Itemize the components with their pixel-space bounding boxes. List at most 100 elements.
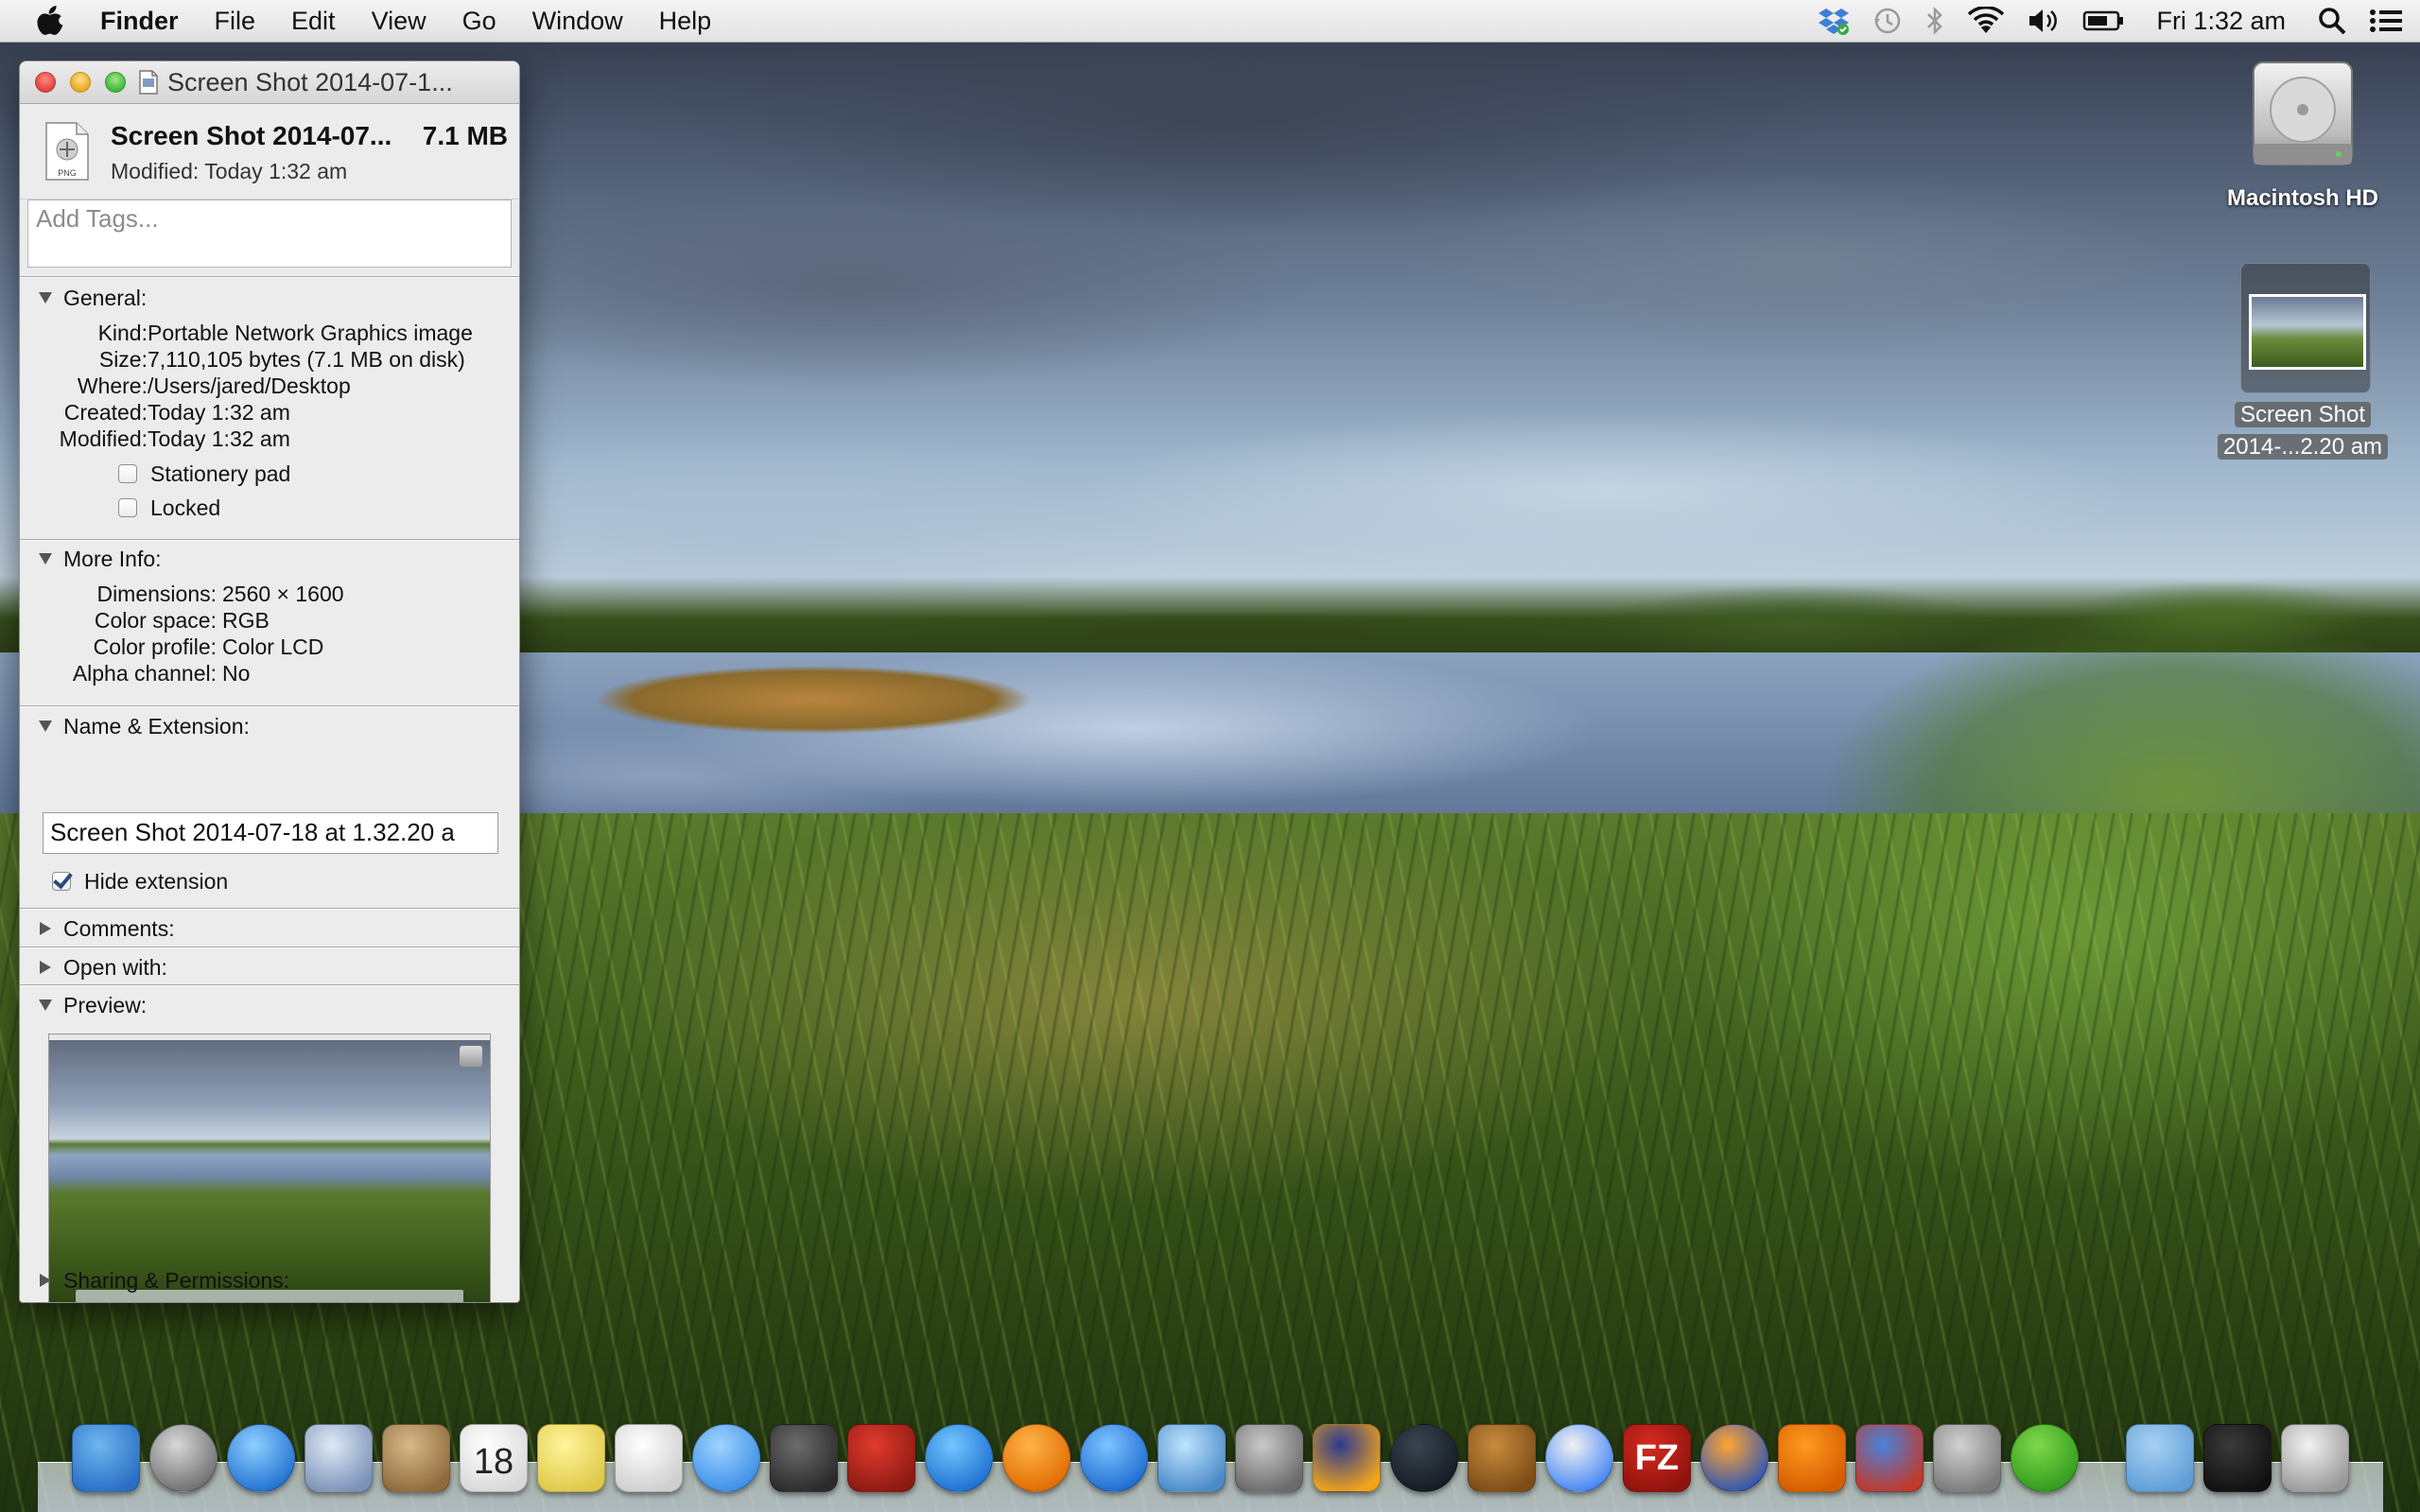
document-proxy-icon[interactable]	[139, 70, 158, 95]
info-value: 2560 × 1600	[222, 582, 344, 606]
disclosure-open-icon[interactable]	[35, 716, 56, 737]
close-button[interactable]	[35, 72, 56, 93]
vlc-icon[interactable]	[1778, 1424, 1846, 1492]
locked-label: Locked	[150, 495, 221, 520]
launchpad-icon[interactable]	[149, 1424, 218, 1492]
contacts-icon[interactable]	[382, 1424, 450, 1492]
menu-extras: Fri 1:32 am	[1818, 0, 2403, 42]
desktop-icon-macintosh-hd[interactable]: Macintosh HD	[2203, 57, 2402, 217]
disclosure-open-icon[interactable]	[35, 287, 56, 308]
apple-menu-icon[interactable]	[34, 4, 68, 38]
section-divider	[20, 908, 519, 910]
archive-utility-icon[interactable]	[1468, 1424, 1536, 1492]
bluetooth-icon[interactable]	[1925, 0, 1944, 42]
menu-help[interactable]: Help	[659, 7, 712, 36]
section-more-info[interactable]: More Info:	[20, 541, 519, 577]
menu-file[interactable]: File	[215, 7, 256, 36]
zoom-button[interactable]	[105, 72, 126, 93]
folder-icon[interactable]	[2126, 1424, 2194, 1492]
info-row-created: Created: Today 1:32 am	[20, 400, 519, 426]
stationery-pad-label: Stationery pad	[150, 461, 291, 486]
messages-icon[interactable]	[692, 1424, 760, 1492]
calendar-icon[interactable]: 18	[460, 1424, 528, 1492]
section-sharing-permissions[interactable]: Sharing & Permissions:	[20, 1262, 519, 1298]
safari-icon[interactable]	[227, 1424, 295, 1492]
desktop-icon-screenshot[interactable]: Screen Shot 2014-...2.20 am	[2194, 263, 2411, 461]
info-row-size: Size: 7,110,105 bytes (7.1 MB on disk)	[20, 347, 519, 374]
volume-icon[interactable]	[2028, 0, 2060, 42]
notes-icon[interactable]	[537, 1424, 605, 1492]
disclosure-open-icon[interactable]	[35, 548, 56, 569]
disclosure-closed-icon[interactable]	[35, 1270, 56, 1291]
section-more-info-label: More Info:	[63, 546, 162, 571]
info-label: Size:	[98, 347, 148, 372]
itunes-icon[interactable]	[925, 1424, 993, 1492]
hide-extension-checkbox[interactable]: Hide extension	[52, 867, 228, 895]
file-summary: PNG Screen Shot 2014-07... 7.1 MB Modifi…	[20, 104, 519, 200]
finder-icon[interactable]	[72, 1424, 140, 1492]
section-preview[interactable]: Preview:	[20, 987, 519, 1023]
ibooks-icon[interactable]	[1002, 1424, 1071, 1492]
menu-clock[interactable]: Fri 1:32 am	[2156, 7, 2286, 36]
time-machine-icon[interactable]	[1872, 0, 1903, 42]
spotlight-icon[interactable]	[2318, 0, 2346, 42]
notification-center-icon[interactable]	[2369, 0, 2403, 42]
xcode-tools-icon[interactable]	[1933, 1424, 2001, 1492]
mail-icon[interactable]	[305, 1424, 373, 1492]
app-store-icon[interactable]	[1080, 1424, 1148, 1492]
dropbox-icon[interactable]	[1818, 0, 1850, 42]
minimize-button[interactable]	[70, 72, 91, 93]
photo-booth-icon[interactable]	[847, 1424, 915, 1492]
menu-go[interactable]: Go	[462, 7, 496, 36]
info-value: Portable Network Graphics image	[148, 321, 473, 345]
info-value: /Users/jared/Desktop	[148, 374, 351, 398]
window-titlebar[interactable]: Screen Shot 2014-07-1...	[20, 61, 519, 104]
disclosure-closed-icon[interactable]	[35, 957, 56, 978]
checkbox-checked[interactable]	[52, 872, 71, 891]
filezilla-icon[interactable]: FZ	[1623, 1424, 1691, 1492]
teamviewer-icon[interactable]	[1855, 1424, 1924, 1492]
audacity-icon[interactable]	[1313, 1424, 1381, 1492]
info-label: Color profile:	[93, 634, 217, 659]
info-value: Today 1:32 am	[148, 426, 290, 451]
wifi-icon[interactable]	[1967, 0, 2005, 42]
disclosure-closed-icon[interactable]	[35, 918, 56, 939]
section-open-with[interactable]: Open with:	[20, 949, 519, 985]
get-info-window: Screen Shot 2014-07-1... PNG Screen Shot…	[19, 61, 520, 1303]
battery-icon[interactable]	[2082, 0, 2124, 42]
file-name-field[interactable]: Screen Shot 2014-07-18 at 1.32.20 a	[43, 812, 498, 854]
menu-finder[interactable]: Finder	[100, 7, 179, 36]
info-label: Color space:	[94, 608, 217, 633]
section-comments[interactable]: Comments:	[20, 911, 519, 947]
info-label: Kind:	[97, 321, 148, 345]
file-name: Screen Shot 2014-07...	[111, 121, 392, 150]
disclosure-open-icon[interactable]	[35, 995, 56, 1016]
info-row-kind: Kind: Portable Network Graphics image	[20, 321, 519, 347]
menu-window[interactable]: Window	[532, 7, 623, 36]
firefox-icon[interactable]	[1700, 1424, 1768, 1492]
stationery-pad-checkbox[interactable]: Stationery pad	[118, 460, 290, 488]
section-comments-label: Comments:	[63, 915, 175, 941]
section-general-label: General:	[63, 285, 148, 310]
facetime-icon[interactable]	[770, 1424, 838, 1492]
tags-field[interactable]: Add Tags...	[27, 200, 512, 268]
locked-checkbox[interactable]: Locked	[118, 494, 220, 522]
istat-icon[interactable]	[1390, 1424, 1458, 1492]
window-title: Screen Shot 2014-07-1...	[167, 67, 453, 96]
chrome-icon[interactable]	[1545, 1424, 1613, 1492]
iphoto-icon[interactable]	[1158, 1424, 1226, 1492]
section-name-extension[interactable]: Name & Extension:	[20, 708, 519, 744]
checkbox[interactable]	[118, 464, 137, 483]
utorrent-icon[interactable]	[2011, 1424, 2079, 1492]
screenshot-label: Screen Shot 2014-...2.20 am	[2194, 399, 2411, 463]
info-row-color-profile: Color profile: Color LCD	[20, 634, 519, 661]
section-general[interactable]: General:	[20, 280, 519, 316]
music-folder-icon[interactable]	[2203, 1424, 2272, 1492]
reminders-icon[interactable]	[615, 1424, 683, 1492]
trash-icon[interactable]	[2281, 1424, 2349, 1492]
system-preferences-icon[interactable]	[1235, 1424, 1303, 1492]
menu-view[interactable]: View	[372, 7, 427, 36]
checkbox[interactable]	[118, 498, 137, 517]
info-row-modified: Modified: Today 1:32 am	[20, 426, 519, 453]
menu-edit[interactable]: Edit	[291, 7, 336, 36]
